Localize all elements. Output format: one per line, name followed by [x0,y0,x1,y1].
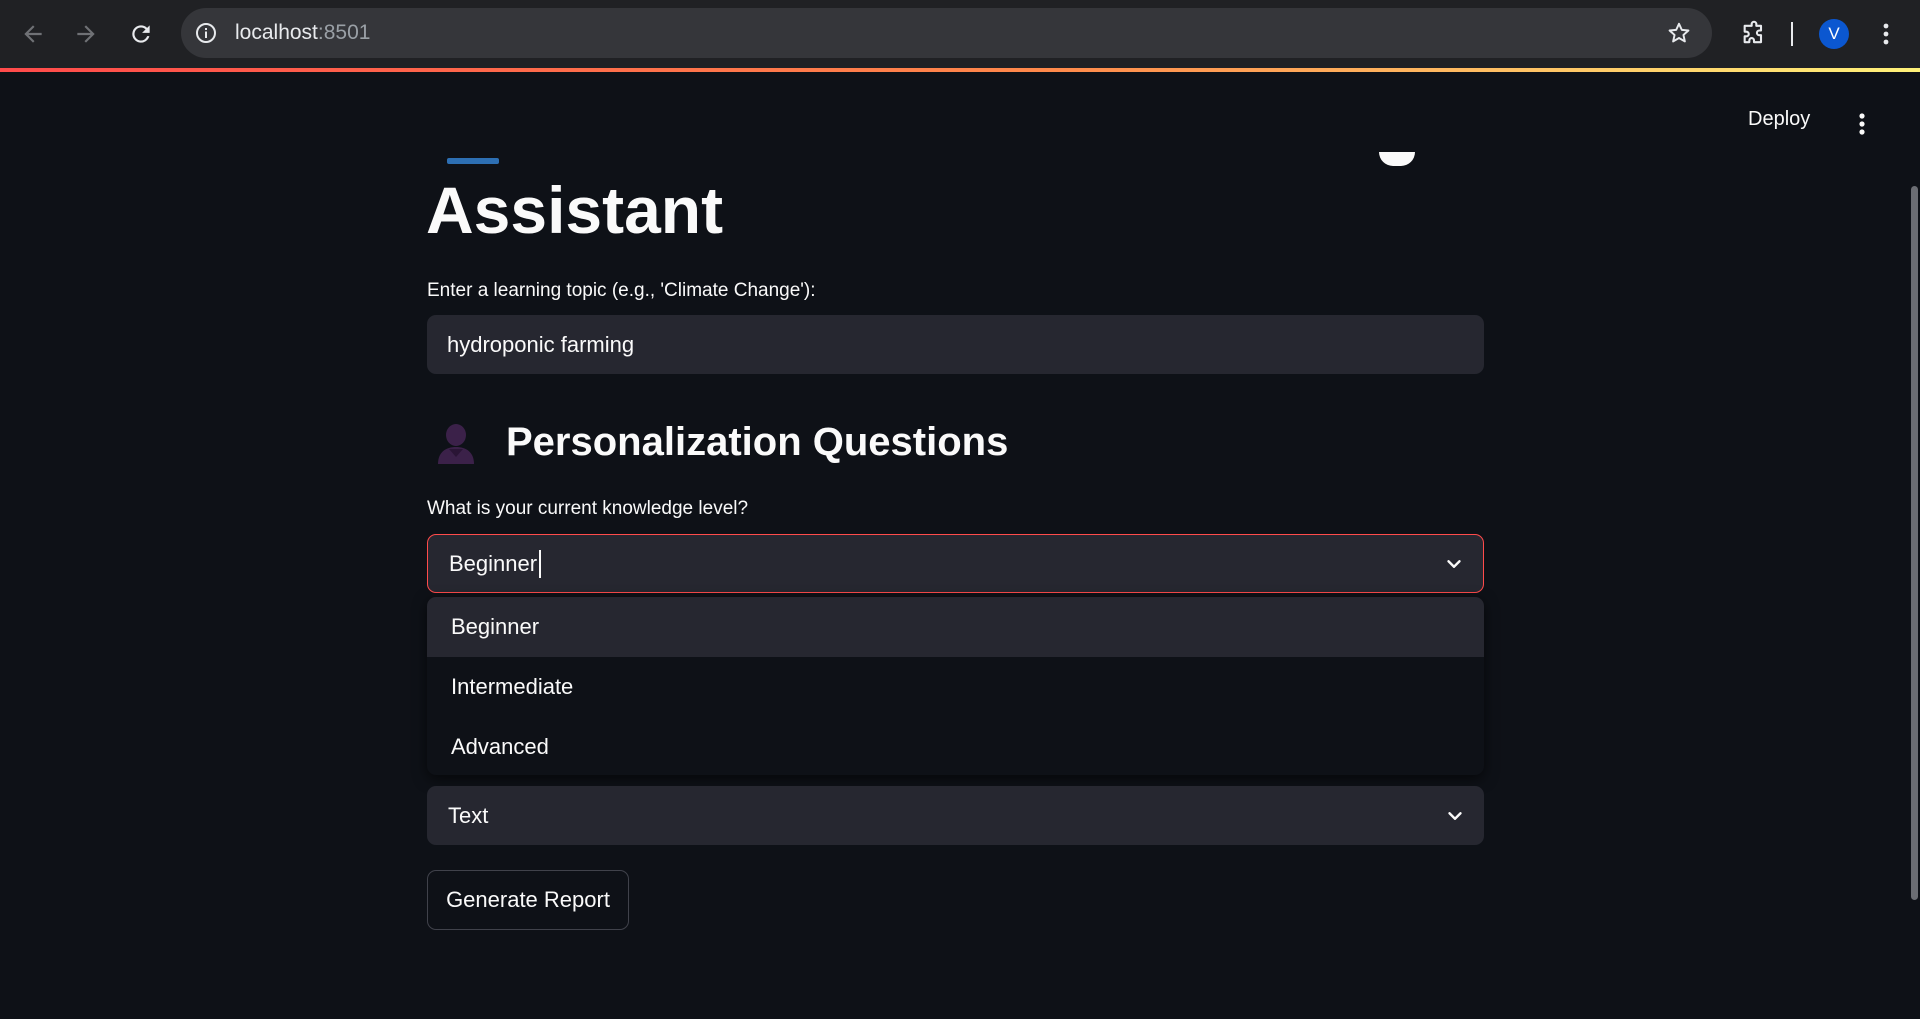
kebab-menu-icon[interactable] [1874,18,1898,50]
section-heading: Personalization Questions [434,414,1008,470]
person-avatar-icon [438,424,474,464]
knowledge-label: What is your current knowledge level? [427,498,749,519]
dropdown-option-advanced[interactable]: Advanced [427,717,1484,775]
back-arrow-icon [24,25,42,43]
text-cursor [539,549,542,578]
reload-icon [132,25,150,43]
star-icon[interactable] [1666,20,1692,46]
dropdown-option-beginner[interactable]: Beginner [427,597,1484,657]
chevron-down-icon[interactable] [1444,805,1466,827]
reload-button[interactable] [121,14,161,54]
url-text: localhost:8501 [235,21,370,45]
forward-button[interactable] [66,14,106,54]
profile-avatar[interactable]: V [1819,19,1849,49]
knowledge-level-dropdown: Beginner Intermediate Advanced [427,597,1484,775]
chevron-down-icon[interactable] [1443,553,1465,575]
topic-label: Enter a learning topic (e.g., 'Climate C… [427,280,816,301]
scrollbar-thumb[interactable] [1911,186,1918,900]
info-icon[interactable] [194,21,218,45]
dropdown-option-intermediate[interactable]: Intermediate [427,657,1484,717]
toolbar-divider [1791,22,1793,46]
header-decoration-bar [0,68,1920,72]
page-title: Assistant [426,173,724,247]
generate-report-button[interactable]: Generate Report [427,870,629,930]
back-button[interactable] [13,14,53,54]
title-letter-fragment [1379,152,1415,166]
browser-toolbar: localhost:8501 V [0,0,1920,68]
extensions-icon[interactable] [1740,20,1768,48]
title-emoji-fragment [447,158,499,164]
knowledge-level-select[interactable]: Beginner [427,534,1484,593]
forward-arrow-icon [77,25,95,43]
kebab-menu-icon[interactable] [1852,110,1872,138]
select-value: Text [448,802,489,828]
url-port: :8501 [317,21,371,44]
topic-input[interactable]: hydroponic farming [427,315,1484,374]
url-host: localhost [235,21,318,44]
section-heading-text: Personalization Questions [506,419,1009,464]
select-value: Beginner [449,550,538,576]
deploy-button[interactable]: Deploy [1748,108,1810,131]
address-bar[interactable]: localhost:8501 [181,8,1712,58]
format-select[interactable]: Text [427,786,1484,845]
